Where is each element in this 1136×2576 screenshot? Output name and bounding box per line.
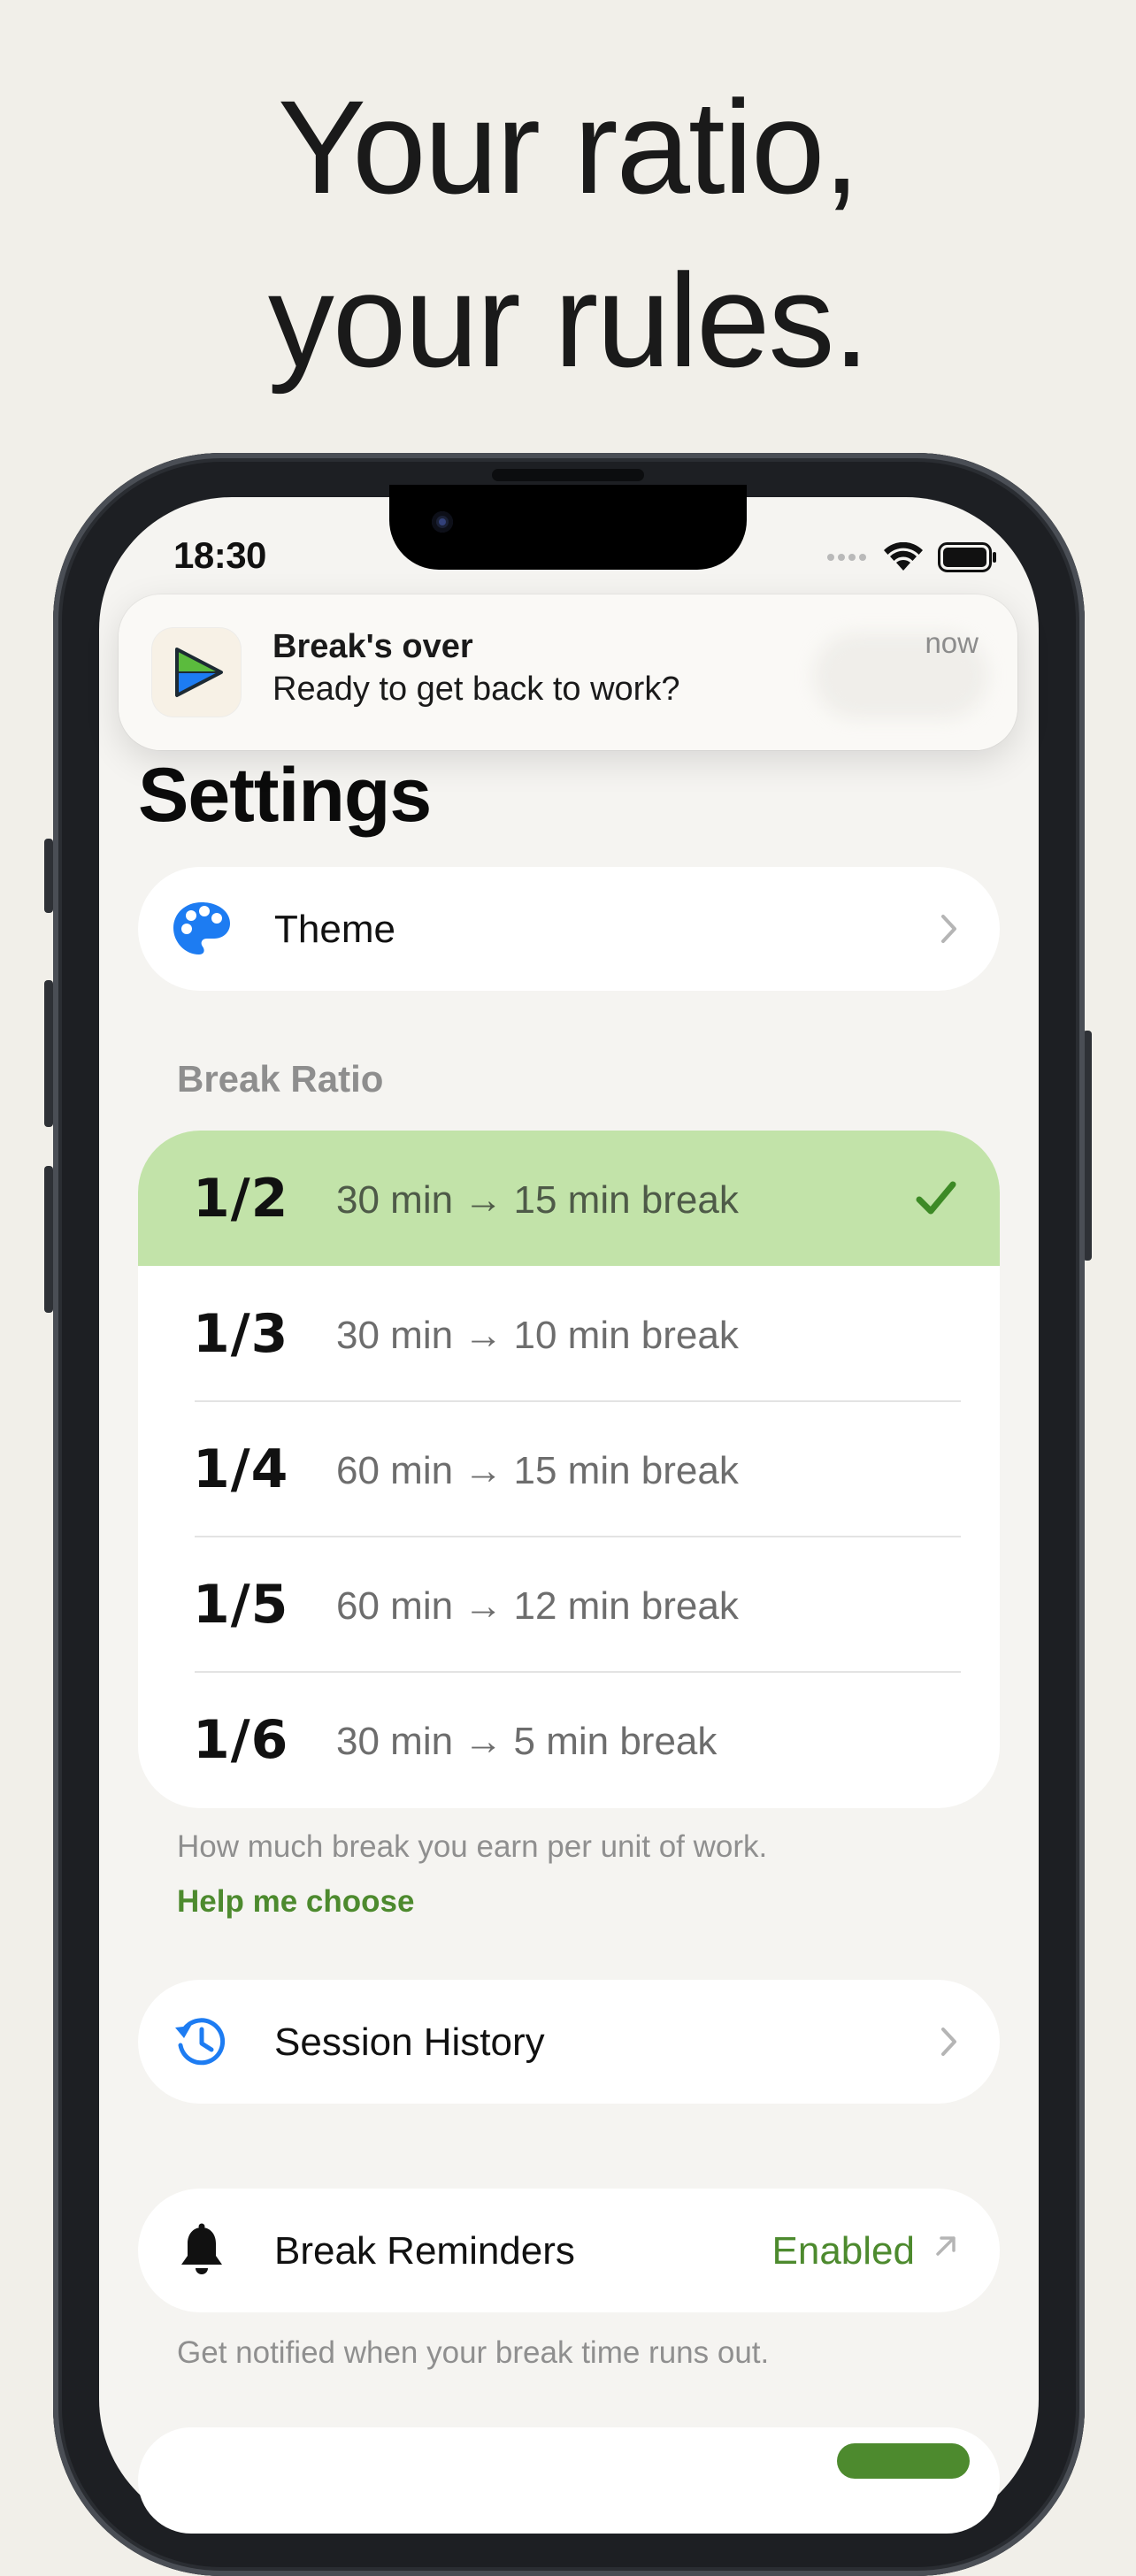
notification-banner[interactable]: Break's over Ready to get back to work? … [119,594,1017,750]
palette-icon [173,902,230,954]
ratio-fraction: 1/3 [193,1303,289,1365]
break-reminders-label: Break Reminders [274,2229,575,2273]
break-ratio-footnote: How much break you earn per unit of work… [177,1829,768,1864]
phone-volume-up-button [44,980,53,1127]
theme-label: Theme [274,908,395,951]
ratio-fraction: 1/2 [193,1168,289,1230]
ratio-option-1-4[interactable]: 1/4 60 min → 15 min break [138,1401,1000,1537]
notification-title: Break's over [272,628,473,665]
battery-icon [938,542,996,572]
break-ratio-header: Break Ratio [177,1058,384,1100]
session-history-row[interactable]: Session History [138,1980,1000,2104]
break-ratio-list: 1/2 30 min → 15 min break 1/3 30 min → 1… [138,1131,1000,1808]
chevron-right-icon [941,2028,956,2056]
page-title: Settings [138,753,432,838]
next-row-toggle[interactable] [837,2443,970,2479]
ratio-description: 30 min → 15 min break [336,1178,739,1222]
notification-time: now [925,626,979,659]
checkmark-icon [916,1181,956,1215]
ratio-option-1-6[interactable]: 1/6 30 min → 5 min break [138,1672,1000,1807]
status-indicators [826,540,998,575]
help-me-choose-link[interactable]: Help me choose [177,1884,414,1920]
wifi-icon [884,542,923,571]
status-time: 18:30 [173,534,266,576]
ratio-fraction: 1/6 [193,1709,289,1771]
external-link-arrow-icon [936,2236,956,2256]
break-ratio-app-icon [152,628,241,717]
chevron-right-icon [941,915,956,943]
history-icon [175,2018,226,2066]
speaker-grille [492,469,644,481]
ratio-description: 30 min → 5 min break [336,1720,718,1763]
break-reminders-row[interactable]: Break Reminders Enabled [138,2189,1000,2312]
break-reminders-footnote: Get notified when your break time runs o… [177,2335,770,2370]
ratio-description: 60 min → 12 min break [336,1584,739,1628]
ratio-option-1-2[interactable]: 1/2 30 min → 15 min break [138,1131,1000,1266]
ratio-fraction: 1/5 [193,1574,289,1636]
ratio-description: 30 min → 10 min break [336,1314,739,1357]
ratio-option-1-5[interactable]: 1/5 60 min → 12 min break [138,1537,1000,1672]
cellular-signal-icon [827,554,866,561]
break-reminders-status: Enabled [771,2229,915,2273]
notification-body: Ready to get back to work? [272,671,680,708]
theme-row[interactable]: Theme [138,867,1000,991]
app-logo-icon [175,648,223,697]
phone-volume-down-button [44,1166,53,1313]
ratio-description: 60 min → 15 min break [336,1449,739,1492]
front-camera [432,511,453,533]
headline: Your ratio, your rules. [0,60,1136,407]
ratio-fraction: 1/4 [193,1438,289,1500]
headline-line-2: your rules. [267,246,870,395]
headline-line-1: Your ratio, [277,73,860,221]
bell-icon [181,2223,222,2274]
ratio-option-1-3[interactable]: 1/3 30 min → 10 min break [138,1266,1000,1401]
phone-mute-switch [44,839,53,913]
session-history-label: Session History [274,2020,545,2064]
